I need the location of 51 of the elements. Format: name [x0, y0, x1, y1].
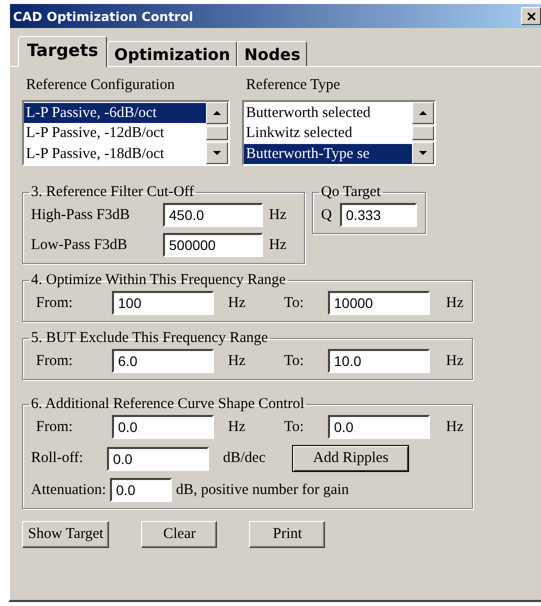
list-item[interactable]: L-P Passive, -6dB/oct	[24, 103, 206, 124]
group-title: 5. BUT Exclude This Frequency Range	[30, 330, 269, 347]
input-field[interactable]: 100	[112, 291, 214, 315]
unit-label: Hz	[227, 294, 246, 312]
dialog-button[interactable]: Clear	[141, 521, 218, 548]
field-label: From:	[35, 352, 74, 370]
tab[interactable]: Nodes	[237, 41, 308, 66]
dialog-button[interactable]: Show Target	[22, 521, 110, 548]
field-label: High-Pass F3dB	[31, 206, 131, 224]
tab[interactable]: Optimization	[107, 41, 238, 66]
unit-label: dB/dec	[222, 450, 266, 467]
unit-label: Hz	[269, 236, 286, 254]
unit-label: Hz	[269, 206, 286, 224]
field-label: From:	[35, 418, 74, 436]
input-field[interactable]: 0.0	[110, 478, 172, 502]
group-title: 4. Optimize Within This Frequency Range	[30, 272, 287, 289]
group-title: 3. Reference Filter Cut-Off	[30, 184, 196, 201]
field-label: Q	[321, 206, 332, 224]
field-label: Attenuation:	[31, 482, 106, 498]
field-label: To:	[284, 418, 305, 436]
unit-label: Hz	[227, 418, 246, 436]
unit-label: Hz	[445, 352, 464, 370]
list-box[interactable]: L-P Passive, -6dB/oct L-P Passive, -12dB/oct L-P Passive, -18dB/oct	[22, 100, 230, 166]
list-caption: Reference Configuration	[25, 77, 176, 94]
input-field[interactable]: 0.0	[112, 415, 214, 439]
list-caption: Reference Type	[245, 77, 342, 94]
unit-label: Hz	[445, 418, 464, 436]
input-field[interactable]: 0.0	[328, 415, 430, 439]
field-label: To:	[284, 294, 305, 312]
tab[interactable]: Targets	[18, 36, 108, 67]
unit-label: Hz	[227, 352, 246, 370]
group-title: Qo Target	[320, 184, 382, 201]
input-field[interactable]: 0.333	[340, 203, 417, 227]
group-title: 6. Additional Reference Curve Shape Control	[30, 396, 306, 413]
list-box[interactable]: Butterworth selected Linkwitz selected Butterworth-Type se	[242, 100, 436, 166]
dialog-button[interactable]: Print	[249, 521, 326, 548]
input-field[interactable]: 10.0	[328, 349, 430, 373]
unit-label: Hz	[445, 294, 464, 312]
field-label: To:	[284, 352, 305, 370]
window-title: CAD Optimization Control	[13, 8, 194, 24]
field-label: Roll-off:	[31, 450, 84, 467]
list-item[interactable]: Butterworth-Type se	[244, 144, 412, 164]
input-field[interactable]: 6.0	[112, 349, 214, 373]
input-field[interactable]: 10000	[328, 291, 430, 315]
add-ripples-button[interactable]: Add Ripples	[292, 445, 410, 472]
field-label: Low-Pass F3dB	[31, 236, 128, 254]
field-label: From:	[35, 294, 74, 312]
input-field[interactable]: 450.0	[163, 203, 263, 227]
unit-label: dB, positive number for gain	[176, 482, 349, 498]
input-field[interactable]: 500000	[163, 233, 263, 257]
input-field[interactable]: 0.0	[107, 446, 209, 470]
